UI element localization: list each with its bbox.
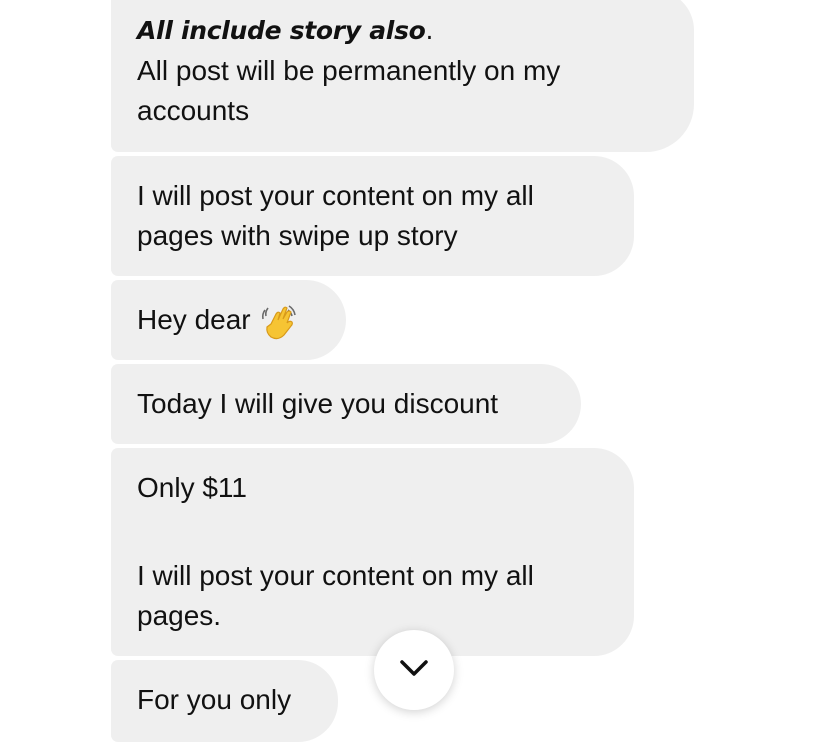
message-line: accounts bbox=[137, 95, 250, 126]
message-line: pages. bbox=[137, 600, 222, 631]
chevron-down-icon bbox=[394, 648, 434, 693]
message-bubble[interactable]: All include story also. All post will be… bbox=[111, 0, 694, 152]
message-line: For you only bbox=[137, 684, 292, 715]
message-line: pages with swipe up story bbox=[137, 220, 458, 251]
period-text: . bbox=[425, 16, 434, 45]
scroll-to-bottom-button[interactable] bbox=[374, 630, 454, 710]
message-bubble[interactable]: For you only bbox=[111, 660, 338, 742]
message-line: Hey dear bbox=[137, 300, 320, 342]
message-text: Hey dear bbox=[137, 304, 251, 335]
message-line: All include story also. bbox=[137, 10, 668, 51]
chat-thread: All include story also. All post will be… bbox=[0, 0, 822, 742]
bold-italic-text: All include story also bbox=[137, 16, 426, 45]
waving-hand-icon bbox=[259, 302, 299, 342]
message-bubble[interactable]: Today I will give you discount bbox=[111, 364, 581, 444]
message-bubble[interactable]: Only $11 I will post your content on my … bbox=[111, 448, 634, 656]
message-line: Today I will give you discount bbox=[137, 388, 499, 419]
message-line: Only $11 bbox=[137, 472, 247, 503]
message-bubble[interactable]: I will post your content on my all pages… bbox=[111, 156, 634, 276]
message-line: I will post your content on my all bbox=[137, 560, 534, 591]
message-line: I will post your content on my all bbox=[137, 180, 534, 211]
message-line: All post will be permanently on my bbox=[137, 55, 561, 86]
message-bubble[interactable]: Hey dear bbox=[111, 280, 346, 360]
